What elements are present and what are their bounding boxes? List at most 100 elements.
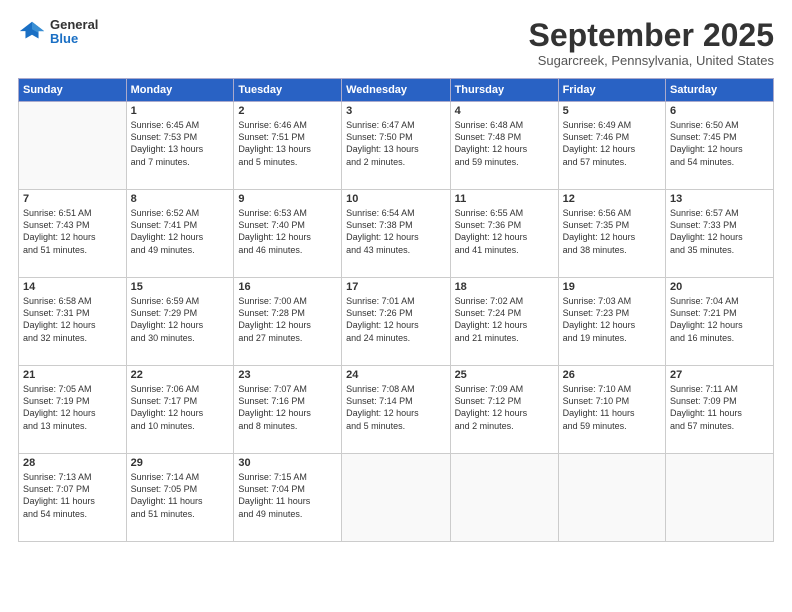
calendar-cell: 7Sunrise: 6:51 AM Sunset: 7:43 PM Daylig… xyxy=(19,190,127,278)
calendar-cell: 27 Sunrise: 7:11 AM Sunset: 7:09 PM Dayli… xyxy=(666,366,774,454)
day-info: Sunrise: 7:00 AM Sunset: 7:28 PM Dayligh… xyxy=(238,295,337,344)
calendar-cell: 12 Sunrise: 6:56 AM Sunset: 7:35 PM Dayli… xyxy=(558,190,665,278)
logo-text: General Blue xyxy=(50,18,98,47)
week-row-2: 14 Sunrise: 6:58 AM Sunset: 7:31 PM Dayli… xyxy=(19,278,774,366)
week-row-1: 7Sunrise: 6:51 AM Sunset: 7:43 PM Daylig… xyxy=(19,190,774,278)
day-number: 16 xyxy=(238,281,337,293)
calendar-cell: 28 Sunrise: 7:13 AM Sunset: 7:07 PM Dayli… xyxy=(19,454,127,542)
calendar-cell: 26Sunrise: 7:10 AM Sunset: 7:10 PM Dayli… xyxy=(558,366,665,454)
calendar-cell: 25Sunrise: 7:09 AM Sunset: 7:12 PM Dayli… xyxy=(450,366,558,454)
calendar-cell xyxy=(558,454,665,542)
day-info: Sunrise: 7:05 AM Sunset: 7:19 PM Dayligh… xyxy=(23,383,122,432)
day-info: Sunrise: 6:50 AM Sunset: 7:45 PM Dayligh… xyxy=(670,119,769,168)
week-row-3: 21 Sunrise: 7:05 AM Sunset: 7:19 PM Dayli… xyxy=(19,366,774,454)
day-info: Sunrise: 6:45 AM Sunset: 7:53 PM Dayligh… xyxy=(131,119,230,168)
weekday-header-row: SundayMondayTuesdayWednesdayThursdayFrid… xyxy=(19,79,774,102)
calendar-cell: 18 Sunrise: 7:02 AM Sunset: 7:24 PM Dayli… xyxy=(450,278,558,366)
day-info: Sunrise: 7:13 AM Sunset: 7:07 PM Dayligh… xyxy=(23,471,122,520)
day-info: Sunrise: 7:14 AM Sunset: 7:05 PM Dayligh… xyxy=(131,471,230,520)
day-info: Sunrise: 7:01 AM Sunset: 7:26 PM Dayligh… xyxy=(346,295,445,344)
weekday-header-tuesday: Tuesday xyxy=(234,79,342,102)
day-info: Sunrise: 6:49 AM Sunset: 7:46 PM Dayligh… xyxy=(563,119,661,168)
weekday-header-thursday: Thursday xyxy=(450,79,558,102)
calendar-cell: 20Sunrise: 7:04 AM Sunset: 7:21 PM Dayli… xyxy=(666,278,774,366)
day-info: Sunrise: 6:59 AM Sunset: 7:29 PM Dayligh… xyxy=(131,295,230,344)
weekday-header-friday: Friday xyxy=(558,79,665,102)
day-number: 23 xyxy=(238,369,337,381)
day-number: 6 xyxy=(670,105,769,117)
month-title: September 2025 xyxy=(529,18,774,53)
calendar-cell: 14 Sunrise: 6:58 AM Sunset: 7:31 PM Dayli… xyxy=(19,278,127,366)
week-row-0: 1 Sunrise: 6:45 AM Sunset: 7:53 PM Daylig… xyxy=(19,102,774,190)
calendar-cell: 21 Sunrise: 7:05 AM Sunset: 7:19 PM Dayli… xyxy=(19,366,127,454)
page: General Blue September 2025 Sugarcreek, … xyxy=(0,0,792,612)
day-info: Sunrise: 7:06 AM Sunset: 7:17 PM Dayligh… xyxy=(131,383,230,432)
day-info: Sunrise: 6:53 AM Sunset: 7:40 PM Dayligh… xyxy=(238,207,337,256)
calendar-cell: 13 Sunrise: 6:57 AM Sunset: 7:33 PM Dayli… xyxy=(666,190,774,278)
day-number: 18 xyxy=(455,281,554,293)
day-number: 14 xyxy=(23,281,122,293)
day-number: 9 xyxy=(238,193,337,205)
calendar-cell xyxy=(666,454,774,542)
title-block: September 2025 Sugarcreek, Pennsylvania,… xyxy=(529,18,774,68)
day-number: 13 xyxy=(670,193,769,205)
calendar-cell: 5 Sunrise: 6:49 AM Sunset: 7:46 PM Daylig… xyxy=(558,102,665,190)
day-info: Sunrise: 7:11 AM Sunset: 7:09 PM Dayligh… xyxy=(670,383,769,432)
day-info: Sunrise: 7:07 AM Sunset: 7:16 PM Dayligh… xyxy=(238,383,337,432)
calendar-cell: 19 Sunrise: 7:03 AM Sunset: 7:23 PM Dayli… xyxy=(558,278,665,366)
day-number: 27 xyxy=(670,369,769,381)
day-number: 22 xyxy=(131,369,230,381)
calendar-cell: 11Sunrise: 6:55 AM Sunset: 7:36 PM Dayli… xyxy=(450,190,558,278)
day-number: 19 xyxy=(563,281,661,293)
day-number: 4 xyxy=(455,105,554,117)
calendar-cell: 22 Sunrise: 7:06 AM Sunset: 7:17 PM Dayli… xyxy=(126,366,234,454)
header: General Blue September 2025 Sugarcreek, … xyxy=(18,18,774,68)
logo-general: General xyxy=(50,18,98,32)
day-info: Sunrise: 6:57 AM Sunset: 7:33 PM Dayligh… xyxy=(670,207,769,256)
calendar-cell: 29Sunrise: 7:14 AM Sunset: 7:05 PM Dayli… xyxy=(126,454,234,542)
calendar-cell: 6 Sunrise: 6:50 AM Sunset: 7:45 PM Daylig… xyxy=(666,102,774,190)
day-info: Sunrise: 7:04 AM Sunset: 7:21 PM Dayligh… xyxy=(670,295,769,344)
day-info: Sunrise: 6:58 AM Sunset: 7:31 PM Dayligh… xyxy=(23,295,122,344)
day-number: 28 xyxy=(23,457,122,469)
calendar-cell xyxy=(342,454,450,542)
day-info: Sunrise: 6:52 AM Sunset: 7:41 PM Dayligh… xyxy=(131,207,230,256)
weekday-header-wednesday: Wednesday xyxy=(342,79,450,102)
calendar-cell: 10Sunrise: 6:54 AM Sunset: 7:38 PM Dayli… xyxy=(342,190,450,278)
logo-icon xyxy=(18,18,46,46)
day-info: Sunrise: 6:46 AM Sunset: 7:51 PM Dayligh… xyxy=(238,119,337,168)
calendar-cell: 30Sunrise: 7:15 AM Sunset: 7:04 PM Dayli… xyxy=(234,454,342,542)
calendar-cell: 8Sunrise: 6:52 AM Sunset: 7:41 PM Daylig… xyxy=(126,190,234,278)
calendar-cell: 1 Sunrise: 6:45 AM Sunset: 7:53 PM Daylig… xyxy=(126,102,234,190)
calendar-cell: 3Sunrise: 6:47 AM Sunset: 7:50 PM Daylig… xyxy=(342,102,450,190)
day-number: 2 xyxy=(238,105,337,117)
day-info: Sunrise: 6:47 AM Sunset: 7:50 PM Dayligh… xyxy=(346,119,445,168)
day-info: Sunrise: 7:08 AM Sunset: 7:14 PM Dayligh… xyxy=(346,383,445,432)
calendar: SundayMondayTuesdayWednesdayThursdayFrid… xyxy=(18,78,774,542)
calendar-cell xyxy=(450,454,558,542)
weekday-header-monday: Monday xyxy=(126,79,234,102)
calendar-cell: 4 Sunrise: 6:48 AM Sunset: 7:48 PM Daylig… xyxy=(450,102,558,190)
day-number: 15 xyxy=(131,281,230,293)
logo: General Blue xyxy=(18,18,98,47)
day-number: 5 xyxy=(563,105,661,117)
day-number: 21 xyxy=(23,369,122,381)
day-info: Sunrise: 6:55 AM Sunset: 7:36 PM Dayligh… xyxy=(455,207,554,256)
day-number: 1 xyxy=(131,105,230,117)
day-number: 12 xyxy=(563,193,661,205)
day-info: Sunrise: 6:48 AM Sunset: 7:48 PM Dayligh… xyxy=(455,119,554,168)
week-row-4: 28 Sunrise: 7:13 AM Sunset: 7:07 PM Dayli… xyxy=(19,454,774,542)
day-number: 25 xyxy=(455,369,554,381)
day-info: Sunrise: 7:10 AM Sunset: 7:10 PM Dayligh… xyxy=(563,383,661,432)
day-info: Sunrise: 6:51 AM Sunset: 7:43 PM Dayligh… xyxy=(23,207,122,256)
day-info: Sunrise: 6:56 AM Sunset: 7:35 PM Dayligh… xyxy=(563,207,661,256)
day-info: Sunrise: 7:03 AM Sunset: 7:23 PM Dayligh… xyxy=(563,295,661,344)
day-info: Sunrise: 7:02 AM Sunset: 7:24 PM Dayligh… xyxy=(455,295,554,344)
calendar-cell: 23 Sunrise: 7:07 AM Sunset: 7:16 PM Dayli… xyxy=(234,366,342,454)
calendar-cell: 24Sunrise: 7:08 AM Sunset: 7:14 PM Dayli… xyxy=(342,366,450,454)
weekday-header-saturday: Saturday xyxy=(666,79,774,102)
day-number: 10 xyxy=(346,193,445,205)
logo-blue: Blue xyxy=(50,32,98,46)
calendar-cell: 9 Sunrise: 6:53 AM Sunset: 7:40 PM Daylig… xyxy=(234,190,342,278)
calendar-cell xyxy=(19,102,127,190)
